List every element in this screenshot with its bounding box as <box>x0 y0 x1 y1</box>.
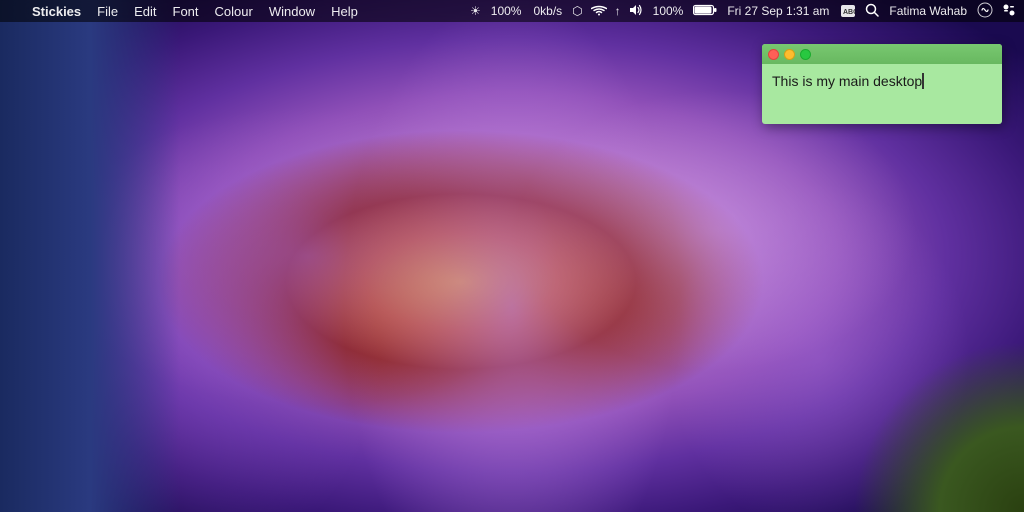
sticky-maximize-button[interactable] <box>800 49 811 60</box>
battery-icon <box>690 4 720 19</box>
sticky-minimize-button[interactable] <box>784 49 795 60</box>
file-menu[interactable]: File <box>89 0 126 22</box>
apple-menu[interactable] <box>4 0 24 22</box>
blue-left-overlay <box>0 0 180 512</box>
spotlight-icon[interactable] <box>862 3 882 20</box>
menubar: Stickies File Edit Font Colour Window He… <box>0 0 1024 22</box>
sticky-text: This is my main desktop <box>772 73 922 89</box>
control-center-icon[interactable] <box>998 2 1020 21</box>
menubar-left: Stickies File Edit Font Colour Window He… <box>4 0 366 22</box>
edit-menu[interactable]: Edit <box>126 0 164 22</box>
text-cursor <box>922 73 924 89</box>
battery-percent: 100% <box>648 0 689 22</box>
green-right-overlay <box>824 312 1024 512</box>
network-speed: 0kb/s <box>528 0 567 22</box>
brightness-icon: ☀ <box>467 4 484 18</box>
abc-input-label[interactable]: ABC <box>836 0 860 22</box>
sticky-close-button[interactable] <box>768 49 779 60</box>
wifi-icon[interactable] <box>588 4 610 19</box>
bluetooth-icon[interactable]: ⬡ <box>569 4 585 18</box>
upload-icon: ↑ <box>612 4 624 18</box>
datetime[interactable]: Fri 27 Sep 1:31 am <box>722 0 834 22</box>
volume-icon[interactable] <box>626 4 646 19</box>
sticky-note: This is my main desktop <box>762 44 1002 124</box>
window-menu[interactable]: Window <box>261 0 323 22</box>
help-menu[interactable]: Help <box>323 0 366 22</box>
user-name: Fatima Wahab <box>884 0 972 22</box>
colour-menu[interactable]: Colour <box>207 0 261 22</box>
brightness-percent: 100% <box>486 0 527 22</box>
sticky-titlebar <box>762 44 1002 64</box>
siri-icon[interactable] <box>974 2 996 21</box>
font-menu[interactable]: Font <box>165 0 207 22</box>
menubar-right: ☀ 100% 0kb/s ⬡ ↑ 100% <box>467 0 1020 22</box>
app-name-menu[interactable]: Stickies <box>24 0 89 22</box>
sticky-text-area[interactable]: This is my main desktop <box>762 64 1002 100</box>
svg-text:ABC: ABC <box>843 9 855 16</box>
